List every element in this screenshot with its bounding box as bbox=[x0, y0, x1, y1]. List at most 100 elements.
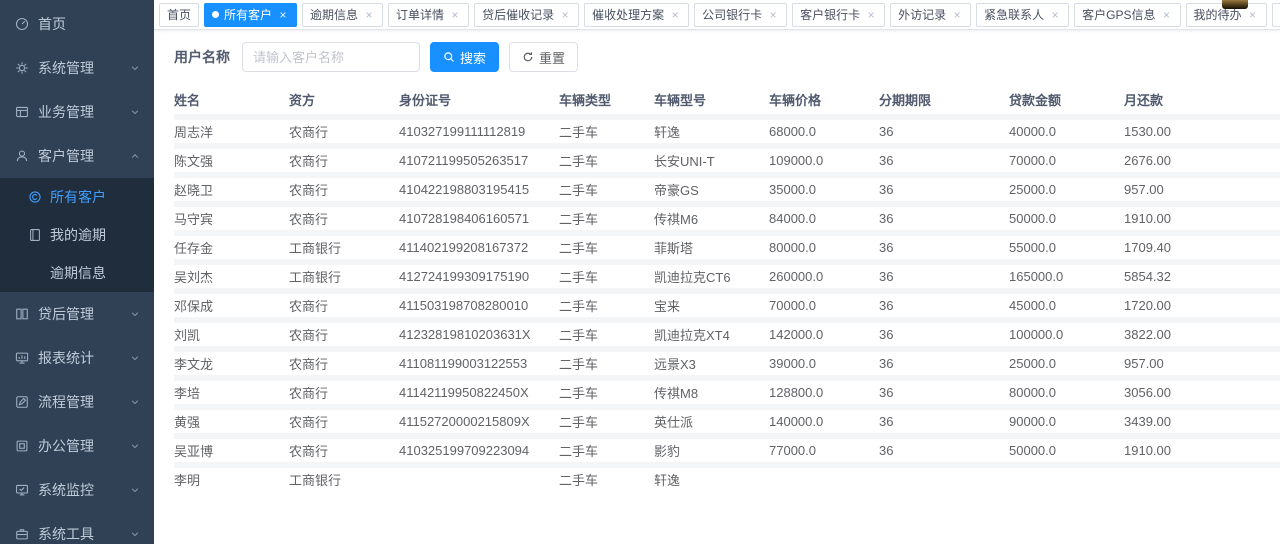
tab-close-icon[interactable]: × bbox=[1247, 9, 1259, 21]
sidebar-item-my-overdue[interactable]: 我的逾期 bbox=[0, 216, 154, 254]
tab-close-icon[interactable]: × bbox=[951, 9, 963, 21]
tab-close-icon[interactable]: × bbox=[669, 9, 681, 21]
cell-name: 任存金 bbox=[174, 230, 289, 259]
cell-vehicle_type: 二手车 bbox=[559, 346, 654, 375]
sidebar-item-label: 贷后管理 bbox=[38, 304, 130, 324]
cell-loan: 50000.0 bbox=[1009, 201, 1124, 230]
tab-close-icon[interactable]: × bbox=[865, 9, 877, 21]
tab-10[interactable]: 客户GPS信息× bbox=[1074, 3, 1180, 27]
sidebar-item-system[interactable]: 系统管理 bbox=[0, 46, 154, 90]
customer-name-input[interactable] bbox=[242, 42, 420, 72]
cell-term: 36 bbox=[879, 143, 1009, 172]
cell-name: 李明 bbox=[174, 462, 289, 491]
tab-close-icon[interactable]: × bbox=[1049, 9, 1061, 21]
flow-icon bbox=[14, 394, 30, 410]
chart-icon bbox=[14, 350, 30, 366]
tab-2[interactable]: 逾期信息× bbox=[302, 3, 383, 27]
tab-label: 贷后催收记录 bbox=[482, 6, 554, 23]
tab-0[interactable]: 首页 bbox=[159, 3, 199, 27]
cell-vehicle_type: 二手车 bbox=[559, 201, 654, 230]
tab-close-icon[interactable]: × bbox=[449, 9, 461, 21]
column-header: 身份证号 bbox=[399, 84, 559, 114]
tab-3[interactable]: 订单详情 × bbox=[388, 3, 469, 27]
table-row: 陈文强农商行410721199505263517二手车长安UNI-T109000… bbox=[174, 143, 1280, 172]
page-content: 用户名称 搜索 重置 姓名资方身份证号车辆类型车辆型号车辆价格分期期限贷款金额 bbox=[154, 30, 1280, 544]
search-icon bbox=[443, 51, 455, 63]
sidebar-item-monitoring[interactable]: 系统监控 bbox=[0, 468, 154, 512]
tab-8[interactable]: 外访记录 × bbox=[890, 3, 971, 27]
sidebar-item-post-loan[interactable]: 贷后管理 bbox=[0, 292, 154, 336]
cell-price: 140000.0 bbox=[769, 404, 879, 433]
tab-label: 紧急联系人 bbox=[984, 6, 1044, 23]
tab-1[interactable]: 所有客户 × bbox=[204, 3, 297, 27]
cell-name: 邓保成 bbox=[174, 288, 289, 317]
chevron-down-icon bbox=[130, 529, 140, 539]
tab-9[interactable]: 紧急联系人 × bbox=[976, 3, 1069, 27]
cell-funder: 农商行 bbox=[289, 288, 399, 317]
tab-close-icon[interactable]: × bbox=[277, 9, 289, 21]
cell-id_no: 410721199505263517 bbox=[399, 143, 559, 172]
search-button[interactable]: 搜索 bbox=[430, 42, 499, 72]
table-body: 周志洋农商行410327199111112819二手车轩逸68000.03640… bbox=[174, 114, 1280, 491]
cell-funder: 农商行 bbox=[289, 317, 399, 346]
sidebar-item-office[interactable]: 办公管理 bbox=[0, 424, 154, 468]
tab-label: 订单详情 bbox=[396, 6, 444, 23]
table-row: 李培农商行41142119950822450X二手车传祺M8128800.036… bbox=[174, 375, 1280, 404]
table-row: 马守宾农商行410728198406160571二手车传祺M684000.036… bbox=[174, 201, 1280, 230]
tab-6[interactable]: 公司银行卡× bbox=[694, 3, 787, 27]
tab-12[interactable]: 我的流程× bbox=[1272, 3, 1280, 27]
column-header: 车辆型号 bbox=[654, 84, 769, 114]
tab-close-icon[interactable]: × bbox=[767, 9, 779, 21]
sidebar-item-label: 逾期信息 bbox=[50, 263, 140, 283]
cell-monthly: 1720.00 bbox=[1124, 288, 1239, 317]
cell-loan: 25000.0 bbox=[1009, 346, 1124, 375]
cell-loan: 25000.0 bbox=[1009, 172, 1124, 201]
cell-loan: 165000.0 bbox=[1009, 259, 1124, 288]
table-row: 任存金工商银行411402199208167372二手车菲斯塔80000.036… bbox=[174, 230, 1280, 259]
cell-name: 吴刘杰 bbox=[174, 259, 289, 288]
tab-close-icon[interactable]: × bbox=[1161, 9, 1173, 21]
cell-vehicle_type: 二手车 bbox=[559, 114, 654, 143]
sidebar-item-label: 我的逾期 bbox=[50, 225, 140, 245]
cell-model: 轩逸 bbox=[654, 114, 769, 143]
cell-loan: 40000.0 bbox=[1009, 114, 1124, 143]
sidebar-item-tools[interactable]: 系统工具 bbox=[0, 512, 154, 544]
cell-vehicle_type: 二手车 bbox=[559, 462, 654, 491]
sidebar-item-overdue-info[interactable]: 逾期信息 bbox=[0, 254, 154, 292]
sidebar: 首页系统管理业务管理客户管理所有客户我的逾期逾期信息贷后管理报表统计流程管理办公… bbox=[0, 0, 154, 544]
tab-5[interactable]: 催收处理方案× bbox=[584, 3, 689, 27]
cell-name: 陈文强 bbox=[174, 143, 289, 172]
sidebar-item-reports[interactable]: 报表统计 bbox=[0, 336, 154, 380]
tab-7[interactable]: 客户银行卡× bbox=[792, 3, 885, 27]
sidebar-item-all-customers[interactable]: 所有客户 bbox=[0, 178, 154, 216]
sidebar-item-label: 系统工具 bbox=[38, 524, 130, 544]
sidebar-item-home[interactable]: 首页 bbox=[0, 2, 154, 46]
tab-close-icon[interactable]: × bbox=[363, 9, 375, 21]
column-header: 月还款 bbox=[1124, 84, 1239, 114]
chevron-down-icon bbox=[130, 309, 140, 319]
tab-close-icon[interactable]: × bbox=[559, 9, 571, 21]
table-row: 邓保成农商行411503198708280010二手车宝来70000.03645… bbox=[174, 288, 1280, 317]
cell-loan: 55000.0 bbox=[1009, 230, 1124, 259]
cell-id_no bbox=[399, 462, 559, 491]
tab-4[interactable]: 贷后催收记录 × bbox=[474, 3, 579, 27]
cell-price: 109000.0 bbox=[769, 143, 879, 172]
tab-label: 外访记录 bbox=[898, 6, 946, 23]
copyright-icon bbox=[28, 189, 42, 205]
cell-funder: 农商行 bbox=[289, 404, 399, 433]
tab-label: 所有客户 bbox=[224, 6, 272, 23]
table-row: 李明工商银行二手车轩逸 bbox=[174, 462, 1280, 491]
column-header: 车辆类型 bbox=[559, 84, 654, 114]
cell-model: 传祺M6 bbox=[654, 201, 769, 230]
sidebar-item-customers[interactable]: 客户管理 bbox=[0, 134, 154, 178]
sidebar-item-label: 系统监控 bbox=[38, 480, 130, 500]
cell-id_no: 41232819810203631X bbox=[399, 317, 559, 346]
sidebar-item-label: 首页 bbox=[38, 14, 140, 34]
sidebar-item-process[interactable]: 流程管理 bbox=[0, 380, 154, 424]
cell-monthly: 1910.00 bbox=[1124, 433, 1239, 462]
reset-button[interactable]: 重置 bbox=[509, 42, 578, 72]
sidebar-item-business[interactable]: 业务管理 bbox=[0, 90, 154, 134]
cell-loan: 50000.0 bbox=[1009, 433, 1124, 462]
columns-icon bbox=[14, 306, 30, 322]
table-header-row: 姓名资方身份证号车辆类型车辆型号车辆价格分期期限贷款金额月还款操作 bbox=[174, 84, 1280, 114]
